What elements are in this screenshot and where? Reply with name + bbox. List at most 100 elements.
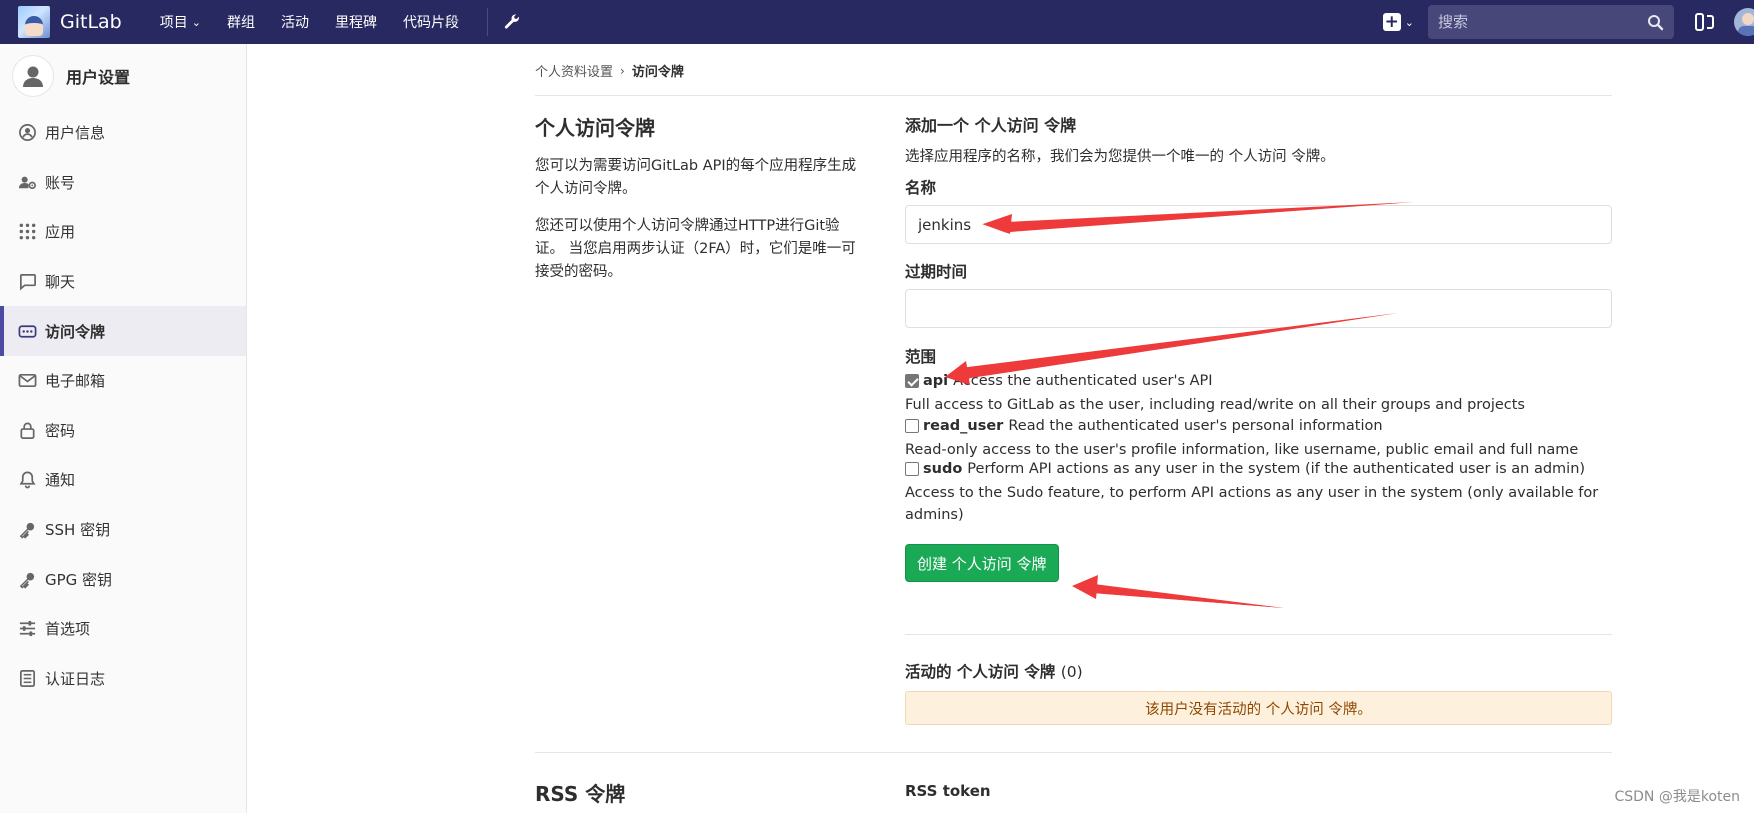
nav-item-label: 代码片段 [402,15,459,31]
rss-token-label: RSS token [905,782,991,800]
user-avatar[interactable] [1734,8,1754,36]
gitlab-home-link[interactable]: GitLab [18,6,122,38]
chevron-right-icon: › [620,63,625,78]
scope-detail: Access to the Sudo feature, to perform A… [905,485,1599,523]
scope-name: read_user [923,418,1004,434]
user-avatar-icon [12,55,54,97]
sidebar-header[interactable]: 用户设置 [0,44,246,108]
token-name-input[interactable] [905,205,1612,244]
nav-divider [486,8,488,36]
sidebar-item-label: 认证日志 [45,669,106,688]
breadcrumb-current[interactable]: 访问令牌 [632,61,684,80]
add-token-form: 添加一个 个人访问 令牌 选择应用程序的名称，我们会为您提供一个唯一的 个人访问… [905,112,1612,582]
scope-name: sudo [923,461,963,477]
nav-item-label: 里程碑 [334,15,377,31]
sudo-checkbox[interactable] [905,462,919,476]
token-icon [18,325,37,338]
intro-text: 您还可以使用个人访问令牌通过HTTP进行Git验证。 当您启用两步认证（2FA）… [535,218,856,280]
page-title: 个人访问令牌 [535,116,655,140]
main-nav-menu: 项目 ⌄ 群组 活动 里程碑 代码片段 [160,0,522,44]
sidebar-item-label: GPG 密钥 [45,570,113,589]
sidebar-item-label: 通知 [45,471,76,490]
breadcrumb-parent-link[interactable]: 个人资料设置 [535,61,613,80]
sidebar-item-emails[interactable]: 电子邮箱 [0,356,246,406]
new-dropdown-button[interactable]: + ⌄ [1382,12,1414,32]
merge-requests-icon[interactable] [1694,11,1716,33]
search-input[interactable] [1438,13,1628,31]
mail-icon [18,374,37,388]
expiry-date-input[interactable] [905,289,1612,328]
rss-section-title: RSS 令牌 [535,782,626,806]
scope-summary: Read the authenticated user's personal i… [1008,418,1383,434]
divider [905,634,1612,635]
sidebar-item-profile[interactable]: 用户信息 [0,108,246,158]
sidebar-item-label: 应用 [45,223,76,242]
api-checkbox[interactable] [905,374,919,388]
nav-item-snippets[interactable]: 代码片段 [403,12,459,32]
search-box [1428,5,1674,39]
sidebar-title: 用户设置 [66,68,131,87]
annotation-arrow [1094,587,1284,608]
nav-item-label: 群组 [226,15,255,31]
sidebar-item-preferences[interactable]: 首选项 [0,604,246,654]
settings-sidebar: 用户设置 用户信息 账号 应用 聊天 访问令牌 电子邮箱 密码 通知 SSH 密… [0,44,247,813]
sidebar-item-password[interactable]: 密码 [0,406,246,456]
form-heading: 添加一个 个人访问 令牌 [905,116,1077,135]
chat-icon [19,274,36,291]
divider [535,752,1612,753]
active-tokens-title: 活动的 个人访问 令牌 [905,663,1056,681]
navbar-right: + ⌄ [1382,0,1754,44]
sidebar-item-label: 账号 [45,173,76,192]
scope-name: api [923,373,949,389]
empty-tokens-alert: 该用户没有活动的 个人访问 令牌。 [905,691,1612,725]
sidebar-item-account[interactable]: 账号 [0,158,246,208]
brand-name: GitLab [60,11,122,33]
sidebar-item-label: 用户信息 [45,124,106,143]
search-icon[interactable] [1647,14,1664,31]
sidebar-item-auth-log[interactable]: 认证日志 [0,654,246,704]
sidebar-item-notifications[interactable]: 通知 [0,455,246,505]
nav-item-activity[interactable]: 活动 [281,12,309,32]
watermark: CSDN @我是koten [1614,789,1740,805]
divider [535,95,1612,96]
nav-item-projects[interactable]: 项目 ⌄ [160,12,201,32]
scope-detail: Read-only access to the user's profile i… [905,442,1579,458]
profile-icon [19,124,36,142]
nav-item-groups[interactable]: 群组 [227,12,255,32]
admin-wrench-icon[interactable] [502,12,522,32]
nav-item-milestones[interactable]: 里程碑 [335,12,377,32]
sidebar-item-applications[interactable]: 应用 [0,207,246,257]
apps-grid-icon [19,224,36,240]
active-tokens-heading: 活动的 个人访问 令牌 (0) [905,660,1612,682]
expiry-label: 过期时间 [905,263,968,281]
sidebar-item-gpg-keys[interactable]: GPG 密钥 [0,554,246,604]
brand-logo-icon [18,6,50,38]
chevron-down-icon: ⌄ [191,15,201,29]
name-label: 名称 [905,179,937,197]
breadcrumb: 个人资料设置 › 访问令牌 [535,61,684,81]
plus-icon: + [1382,12,1401,32]
active-tokens-section: 活动的 个人访问 令牌 (0) 该用户没有活动的 个人访问 令牌。 [905,660,1612,725]
scope-api: api Access the authenticated user's API [905,373,1612,389]
sidebar-item-ssh-keys[interactable]: SSH 密钥 [0,505,246,555]
scope-summary: Perform API actions as any user in the s… [967,461,1586,477]
scope-read-user: read_user Read the authenticated user's … [905,418,1612,434]
sidebar-item-chat[interactable]: 聊天 [0,257,246,307]
form-description: 选择应用程序的名称，我们会为您提供一个唯一的 个人访问 令牌。 [905,149,1335,165]
scope-summary: Access the authenticated user's API [953,373,1213,389]
intro-section: 个人访问令牌 您可以为需要访问GitLab API的每个应用程序生成个人访问令牌… [535,112,867,298]
read-user-checkbox[interactable] [905,419,919,433]
log-icon [19,669,36,687]
create-token-button[interactable]: 创建 个人访问 令牌 [905,544,1059,582]
top-navbar: GitLab 项目 ⌄ 群组 活动 里程碑 代码片段 + ⌄ [0,0,1754,44]
sidebar-item-label: 首选项 [45,620,91,639]
key-icon [19,522,35,539]
sidebar-item-access-tokens[interactable]: 访问令牌 [0,306,246,356]
sidebar-item-label: SSH 密钥 [45,521,111,540]
key-icon [19,572,35,589]
active-tokens-count: (0) [1060,663,1083,681]
sidebar-item-label: 聊天 [45,273,76,292]
nav-item-label: 活动 [280,15,309,31]
sidebar-item-label: 电子邮箱 [45,372,106,391]
lock-icon [20,422,35,439]
